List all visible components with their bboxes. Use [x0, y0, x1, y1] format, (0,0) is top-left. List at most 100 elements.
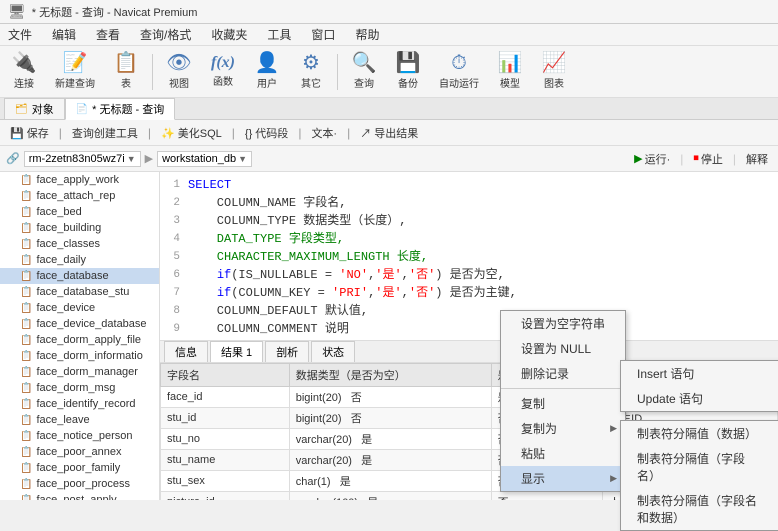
- stop-button[interactable]: ⏹ 停止: [689, 150, 727, 168]
- ctx-delete-record[interactable]: 删除记录: [501, 361, 625, 386]
- menu-view[interactable]: 查看: [92, 25, 124, 44]
- ctx-copy-as[interactable]: 复制为 ▶: [501, 416, 625, 441]
- view-label: 视图: [169, 75, 189, 90]
- user-icon: 👤: [255, 53, 280, 73]
- sidebar-item-8[interactable]: 📋 face_device: [0, 300, 159, 316]
- ctx-sep-1: [501, 388, 625, 389]
- query-label: 查询: [354, 75, 374, 90]
- autorun-button[interactable]: ⏱ 自动运行: [432, 49, 486, 95]
- code-snippet-button[interactable]: {} 代码段: [241, 124, 292, 142]
- sidebar-item-11[interactable]: 📋 face_dorm_informatio: [0, 348, 159, 364]
- cell-type: bigint(20) 否: [289, 386, 491, 407]
- sidebar-item-4[interactable]: 📋 face_classes: [0, 236, 159, 252]
- beautify-sql-button[interactable]: ✨ 美化SQL: [157, 124, 226, 142]
- connect-button[interactable]: 🔌 连接: [4, 49, 44, 95]
- conn-icon: 🔗: [6, 152, 20, 165]
- save-button[interactable]: 💾 💾 保存保存: [6, 124, 53, 142]
- col-field: 字段名: [161, 363, 290, 386]
- ctx-paste[interactable]: 粘贴: [501, 441, 625, 466]
- ctx-set-null[interactable]: 设置为 NULL: [501, 336, 625, 361]
- ctx-show-label: 显示: [521, 470, 545, 487]
- tab-objects[interactable]: 🗂 对象: [4, 98, 65, 119]
- cell-type: char(1) 是: [289, 470, 491, 491]
- conn-select[interactable]: rm-2zetn83n05wz7i ▼: [24, 151, 141, 167]
- sidebar-item-12[interactable]: 📋 face_dorm_manager: [0, 364, 159, 380]
- view-button[interactable]: 👁 视图: [159, 49, 199, 95]
- menu-favorites[interactable]: 收藏夹: [207, 25, 251, 44]
- sidebar-item-9[interactable]: 📋 face_device_database: [0, 316, 159, 332]
- panel-tab-result[interactable]: 结果 1: [210, 341, 263, 362]
- cell-type: varchar(20) 是: [289, 428, 491, 449]
- table-button[interactable]: 📋 表: [106, 49, 146, 95]
- sidebar-item-10[interactable]: 📋 face_dorm_apply_file: [0, 332, 159, 348]
- sub-show-fields[interactable]: 制表符分隔值（字段名）: [621, 446, 778, 488]
- menu-help[interactable]: 帮助: [351, 25, 383, 44]
- db-dropdown-icon: ▼: [238, 154, 247, 164]
- sidebar-item-1[interactable]: 📋 face_attach_rep: [0, 188, 159, 204]
- panel-tab-profiling[interactable]: 剖析: [265, 341, 309, 362]
- backup-button[interactable]: 💾 备份: [388, 49, 428, 95]
- sidebar-item-13[interactable]: 📋 face_dorm_msg: [0, 380, 159, 396]
- run-icon: ▶: [634, 152, 642, 165]
- menu-window[interactable]: 窗口: [307, 25, 339, 44]
- sub-show-both[interactable]: 制表符分隔值（字段名和数据）: [621, 488, 778, 530]
- toolbar-sep-1: [152, 54, 153, 90]
- other-button[interactable]: ⚙ 其它: [291, 49, 331, 95]
- model-label: 模型: [500, 75, 520, 90]
- arrow-icon: ▶: [145, 152, 153, 165]
- sidebar-item-0[interactable]: 📋 face_apply_work: [0, 172, 159, 188]
- cell-field: stu_no: [161, 428, 290, 449]
- new-query-label: 新建查询: [55, 75, 95, 90]
- ctx-show[interactable]: 显示 ▶: [501, 466, 625, 491]
- sub-update[interactable]: Update 语句: [621, 386, 778, 411]
- menu-tools[interactable]: 工具: [263, 25, 295, 44]
- menu-edit[interactable]: 编辑: [48, 25, 80, 44]
- new-query-button[interactable]: 📝 新建查询: [48, 49, 102, 95]
- chart-label: 图表: [544, 75, 564, 90]
- sidebar-item-building[interactable]: 📋 face_building: [0, 220, 159, 236]
- sidebar-item-14[interactable]: 📋 face_identify_record: [0, 396, 159, 412]
- code-editor[interactable]: 1 SELECT 2 COLUMN_NAME 字段名, 3 COLUMN_TYP…: [160, 172, 778, 341]
- panel-tab-status[interactable]: 状态: [311, 341, 355, 362]
- table-icon-19: 📋: [20, 479, 32, 490]
- ctx-set-empty[interactable]: 设置为空字符串: [501, 311, 625, 336]
- user-button[interactable]: 👤 用户: [247, 49, 287, 95]
- sidebar-item-16[interactable]: 📋 face_notice_person: [0, 428, 159, 444]
- sec-sep-3: |: [232, 126, 235, 140]
- run-button[interactable]: ▶ 运行·: [630, 150, 674, 168]
- export-result-button[interactable]: ↗ 导出结果: [356, 124, 422, 142]
- sidebar-item-5[interactable]: 📋 face_daily: [0, 252, 159, 268]
- ctx-copy[interactable]: 复制: [501, 391, 625, 416]
- function-label: 函数: [213, 73, 233, 88]
- sub-insert[interactable]: Insert 语句: [621, 361, 778, 386]
- function-button[interactable]: f(x) 函数: [203, 49, 243, 95]
- sub-show-data[interactable]: 制表符分隔值（数据）: [621, 421, 778, 446]
- autorun-label: 自动运行: [439, 75, 479, 90]
- menu-query[interactable]: 查询/格式: [136, 25, 195, 44]
- title-bar: 🖥 * 无标题 - 查询 - Navicat Premium: [0, 0, 778, 24]
- view-icon: 👁: [166, 53, 191, 73]
- code-line-4: 4 DATA_TYPE 字段类型,: [160, 230, 778, 248]
- explain-button[interactable]: 解释: [742, 150, 772, 168]
- sidebar-item-7[interactable]: 📋 face_database_stu: [0, 284, 159, 300]
- sidebar-item-2[interactable]: 📋 face_bed: [0, 204, 159, 220]
- text-button[interactable]: 文本·: [307, 124, 341, 142]
- model-button[interactable]: 📊 模型: [490, 49, 530, 95]
- backup-label: 备份: [398, 75, 418, 90]
- chart-button[interactable]: 📈 图表: [534, 49, 574, 95]
- sidebar-item-19[interactable]: 📋 face_poor_process: [0, 476, 159, 492]
- sidebar-item-17[interactable]: 📋 face_poor_annex: [0, 444, 159, 460]
- panel-tab-info[interactable]: 信息: [164, 341, 208, 362]
- code-line-1: 1 SELECT: [160, 176, 778, 194]
- db-select[interactable]: workstation_db ▼: [157, 151, 252, 167]
- sidebar-item-database[interactable]: 📋 face_database: [0, 268, 159, 284]
- query-button[interactable]: 🔍 查询: [344, 49, 384, 95]
- query-builder-button[interactable]: 查询创建工具: [68, 124, 142, 142]
- sidebar-item-15[interactable]: 📋 face_leave: [0, 412, 159, 428]
- tab-query[interactable]: 📄 * 无标题 - 查询: [65, 98, 176, 120]
- tab-query-icon: 📄: [76, 104, 88, 115]
- menu-file[interactable]: 文件: [4, 25, 36, 44]
- sidebar-item-18[interactable]: 📋 face_poor_family: [0, 460, 159, 476]
- sidebar-item-apply[interactable]: 📋 face_post_apply: [0, 492, 159, 500]
- tab-bar: 🗂 对象 📄 * 无标题 - 查询: [0, 98, 778, 120]
